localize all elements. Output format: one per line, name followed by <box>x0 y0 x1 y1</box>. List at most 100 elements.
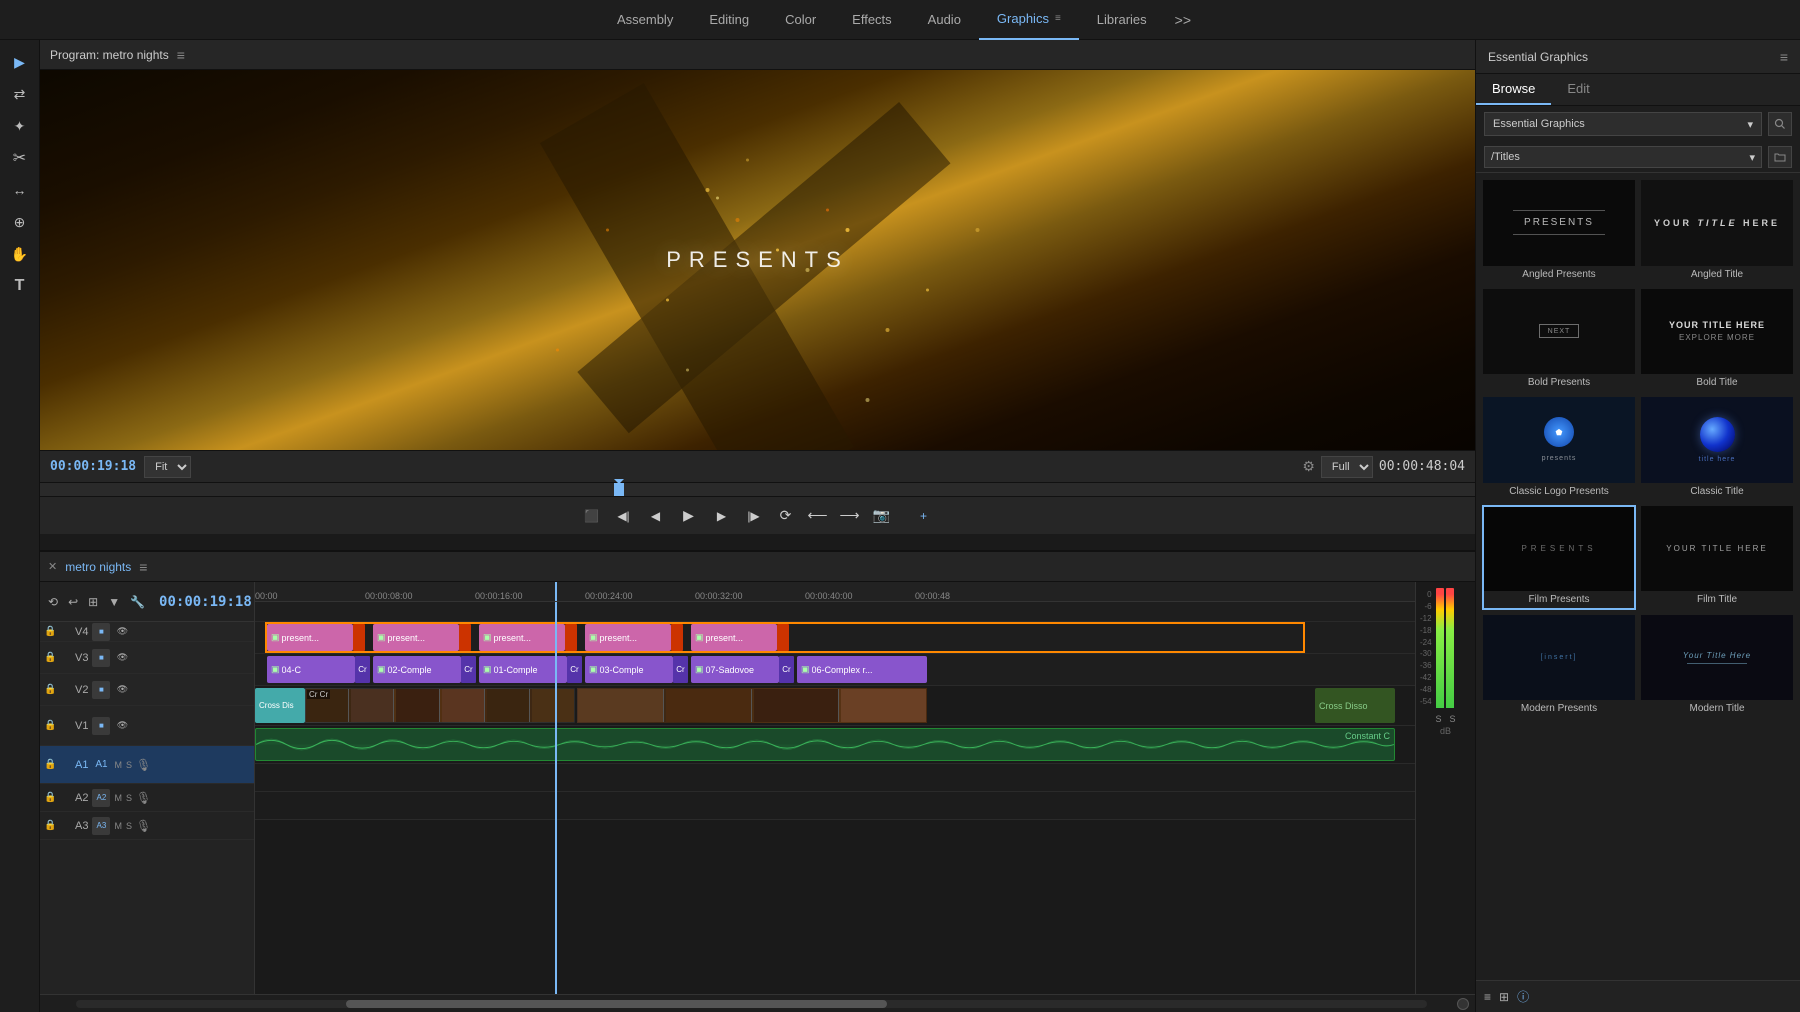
fit-select[interactable]: Fit <box>144 456 191 478</box>
timeline-zoom-button[interactable] <box>1457 998 1469 1010</box>
v1-lock-icon[interactable]: 🔒 <box>44 720 56 731</box>
graphic-item-angled-presents[interactable]: PRESENTS Angled Presents <box>1482 179 1636 284</box>
overwrite-button[interactable]: ⟶ <box>837 503 863 529</box>
track-lane-a2[interactable] <box>255 764 1415 792</box>
graphic-item-classic-logo[interactable]: ⬟ presents Classic Logo Presents <box>1482 396 1636 501</box>
timeline-scrollbar[interactable] <box>76 1000 1427 1008</box>
clip-v2-5[interactable]: ▣ 07-Sadovoe <box>691 656 779 683</box>
nav-more-button[interactable]: >> <box>1165 12 1201 28</box>
pen-tool-button[interactable]: ⊕ <box>6 208 34 236</box>
timeline-tool-5[interactable]: 🔧 <box>128 593 147 611</box>
audio-clip-a1[interactable]: Constant C <box>255 728 1395 761</box>
a3-lock-icon[interactable]: 🔒 <box>44 820 56 831</box>
clip-v2-6[interactable]: ▣ 06-Complex r... <box>797 656 927 683</box>
a3-track-icon[interactable]: A3 <box>92 817 110 835</box>
scrubber-head[interactable] <box>614 483 624 496</box>
timeline-menu-icon[interactable]: ≡ <box>139 559 147 575</box>
v3-visibility-toggle[interactable]: 👁 <box>114 650 130 666</box>
hand-tool-button[interactable]: ✋ <box>6 240 34 268</box>
panel-menu-icon[interactable]: ≡ <box>1780 49 1788 65</box>
razor-tool-button[interactable]: ✂ <box>6 144 34 172</box>
grid-view-button[interactable]: ⊞ <box>1499 990 1509 1004</box>
a2-lock-icon[interactable]: 🔒 <box>44 792 56 803</box>
nav-graphics[interactable]: Graphics ≡ <box>979 0 1079 40</box>
a1-s-label[interactable]: S <box>126 760 132 770</box>
slip-tool-button[interactable]: ↔ <box>6 176 34 204</box>
step-forward-button[interactable]: |▶ <box>741 503 767 529</box>
time-ruler[interactable]: 00:00 00:00:08:00 00:00:16:00 00:00:24:0… <box>255 582 1415 602</box>
clip-v3-4[interactable]: ▣ present... <box>585 624 671 651</box>
v4-lock-icon[interactable]: 🔒 <box>44 626 56 637</box>
step-back-button[interactable]: ◀| <box>611 503 637 529</box>
a2-mic-icon[interactable]: 🎙 <box>136 791 151 805</box>
v2-lock-icon[interactable]: 🔒 <box>44 684 56 695</box>
settings-icon[interactable]: ⚙ <box>1302 458 1315 475</box>
select-tool-button[interactable]: ▶ <box>6 48 34 76</box>
v4-camera-icon[interactable]: ■ <box>92 623 110 641</box>
a1-m-label[interactable]: M <box>114 760 122 770</box>
a1-mic-icon[interactable]: 🎙 <box>136 758 151 772</box>
graphics-source-dropdown[interactable]: Essential Graphics <box>1484 112 1762 136</box>
track-lane-v4[interactable] <box>255 602 1415 622</box>
timeline-tool-2[interactable]: ↩ <box>66 593 80 611</box>
v1-visibility-toggle[interactable]: 👁 <box>114 718 130 734</box>
ripple-edit-tool-button[interactable]: ✦ <box>6 112 34 140</box>
clip-v2-2[interactable]: ▣ 02-Comple <box>373 656 461 683</box>
nav-color[interactable]: Color <box>767 0 834 40</box>
loop-button[interactable]: ⟳ <box>773 503 799 529</box>
track-select-tool-button[interactable]: ⇄ <box>6 80 34 108</box>
info-button[interactable]: ⓘ <box>1517 988 1529 1005</box>
v1-clip-2[interactable] <box>577 688 927 723</box>
nav-assembly[interactable]: Assembly <box>599 0 691 40</box>
track-lane-v1[interactable]: Cross Dis <box>255 686 1415 726</box>
full-select[interactable]: Full <box>1321 456 1373 478</box>
v1-camera-icon[interactable]: ■ <box>92 717 110 735</box>
folder-icon-button[interactable] <box>1768 146 1792 168</box>
a3-mic-icon[interactable]: 🎙 <box>136 819 151 833</box>
track-lane-a3[interactable] <box>255 792 1415 820</box>
graphic-item-bold-title[interactable]: YOUR TITLE HERE EXPLORE MORE Bold Title <box>1640 288 1794 393</box>
track-lane-v3[interactable]: ▣ present... ▣ present... ▣ pr <box>255 622 1415 654</box>
clip-v2-3[interactable]: ▣ 01-Comple <box>479 656 567 683</box>
v2-visibility-toggle[interactable]: 👁 <box>114 682 130 698</box>
v3-lock-icon[interactable]: 🔒 <box>44 652 56 663</box>
timeline-tool-1[interactable]: ⟲ <box>46 593 60 611</box>
frame-back-button[interactable]: ◀ <box>643 503 669 529</box>
clip-v1-1[interactable]: Cross Dis <box>255 688 305 723</box>
close-timeline-icon[interactable]: ✕ <box>48 560 57 573</box>
scrubber-area[interactable] <box>40 482 1475 496</box>
insert-button[interactable]: ⟵ <box>805 503 831 529</box>
list-view-button[interactable]: ≡ <box>1484 990 1491 1004</box>
search-icon-button[interactable] <box>1768 112 1792 136</box>
clip-v2-1[interactable]: ▣ 04-C <box>267 656 355 683</box>
clip-v3-2[interactable]: ▣ present... <box>373 624 459 651</box>
track-lane-v2[interactable]: ▣ 04-C Cr ▣ 02-Comple Cr ▣ 01-Co <box>255 654 1415 686</box>
tab-browse[interactable]: Browse <box>1476 74 1551 105</box>
a1-lock-icon[interactable]: 🔒 <box>44 759 56 770</box>
clip-v3-5[interactable]: ▣ present... <box>691 624 777 651</box>
nav-editing[interactable]: Editing <box>691 0 767 40</box>
v4-visibility-toggle[interactable]: 👁 <box>114 624 130 640</box>
nav-effects[interactable]: Effects <box>834 0 910 40</box>
graphic-item-film-title[interactable]: YOUR TITLE HERE Film Title <box>1640 505 1794 610</box>
clip-v3-3[interactable]: ▣ present... <box>479 624 565 651</box>
add-track-button[interactable]: + <box>911 503 937 529</box>
timeline-tool-3[interactable]: ⊞ <box>86 593 100 611</box>
type-tool-button[interactable]: T <box>6 272 34 300</box>
frame-forward-button[interactable]: ▶ <box>709 503 735 529</box>
a2-track-icon[interactable]: A2 <box>92 789 110 807</box>
graphic-item-film-presents[interactable]: PRESENTS Film Presents <box>1482 505 1636 610</box>
scrubber-track[interactable] <box>40 483 1475 496</box>
nav-libraries[interactable]: Libraries <box>1079 0 1165 40</box>
v3-camera-icon[interactable]: ■ <box>92 649 110 667</box>
timeline-tool-4[interactable]: ▼ <box>106 593 122 611</box>
clip-v2-4[interactable]: ▣ 03-Comple <box>585 656 673 683</box>
graphic-item-modern-presents[interactable]: [insert] Modern Presents <box>1482 614 1636 719</box>
a3-m-label[interactable]: M <box>114 821 122 831</box>
tab-edit[interactable]: Edit <box>1551 74 1605 105</box>
a2-s-label[interactable]: S <box>126 793 132 803</box>
folder-path-dropdown[interactable]: /Titles <box>1484 146 1762 168</box>
a2-m-label[interactable]: M <box>114 793 122 803</box>
graphic-item-classic-title[interactable]: title here Classic Title <box>1640 396 1794 501</box>
graphic-item-bold-presents[interactable]: NEXT Bold Presents <box>1482 288 1636 393</box>
